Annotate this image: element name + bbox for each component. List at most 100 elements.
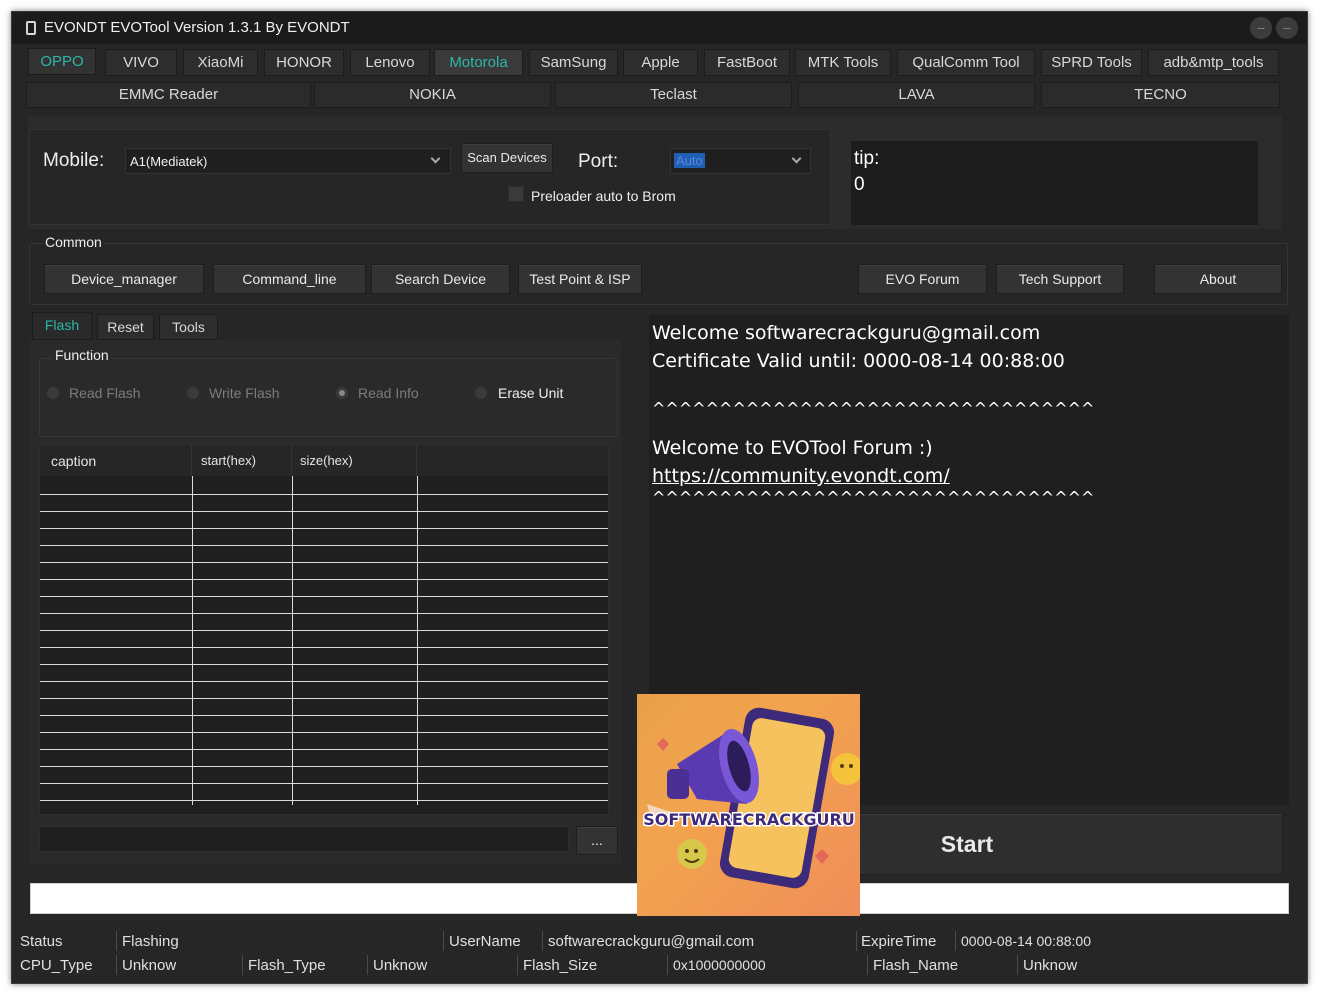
watermark-text: SOFTWARECRACKGURU — [643, 810, 855, 829]
read-flash-radio[interactable] — [46, 386, 60, 400]
table-row — [40, 613, 608, 614]
common-legend: Common — [43, 234, 104, 250]
chevron-down-icon — [791, 153, 802, 164]
tab-lenovo[interactable]: Lenovo — [350, 49, 430, 76]
log-line: ^^^^^^^^^^^^^^^^^^^^^^^^^^^^^^^^^ — [652, 488, 1095, 507]
mobile-value: A1(Mediatek) — [130, 154, 208, 169]
table-row — [40, 528, 608, 529]
tab-honor[interactable]: HONOR — [264, 49, 344, 76]
device-manager-button[interactable]: Device_manager — [44, 264, 204, 294]
flash-type-key: Flash_Type — [248, 957, 326, 974]
tab-tools[interactable]: Tools — [159, 314, 218, 340]
app-icon — [26, 21, 36, 35]
flash-size-key: Flash_Size — [523, 957, 598, 974]
log-line: Certificate Valid until: 0000-08-14 00:8… — [652, 350, 1065, 372]
tab-nokia[interactable]: NOKIA — [314, 82, 551, 108]
test-point-isp-button[interactable]: Test Point & ISP — [518, 264, 642, 294]
scan-devices-button[interactable]: Scan Devices — [461, 143, 553, 173]
partition-table[interactable]: caption start(hex) size(hex) — [39, 444, 609, 815]
write-flash-radio[interactable] — [186, 386, 200, 400]
cpu-type-value: Unknow — [122, 957, 177, 974]
column-header-empty — [417, 445, 608, 476]
flash-size-value: 0x1000000000 — [673, 957, 766, 973]
erase-unit-radio[interactable] — [474, 386, 488, 400]
status-key: Status — [20, 933, 63, 950]
log-line: Welcome softwarecrackguru@gmail.com — [652, 322, 1041, 344]
table-row — [40, 545, 608, 546]
watermark-image: SOFTWARECRACKGURU — [637, 694, 860, 916]
device-panel: Mobile: A1(Mediatek) Scan Devices Port: … — [29, 129, 831, 225]
tab-fastboot[interactable]: FastBoot — [704, 49, 790, 76]
tab-flash[interactable]: Flash — [32, 312, 92, 340]
column-header-start[interactable]: start(hex) — [192, 445, 292, 476]
tab-adb-mtp-tools[interactable]: adb&mtp_tools — [1148, 49, 1279, 76]
tab-emmc-reader[interactable]: EMMC Reader — [26, 82, 311, 108]
table-row — [40, 664, 608, 665]
username-value: softwarecrackguru@gmail.com — [548, 933, 755, 950]
mobile-label: Mobile: — [43, 150, 105, 171]
tech-support-button[interactable]: Tech Support — [996, 264, 1124, 294]
erase-unit-label: Erase Unit — [498, 385, 564, 401]
close-button[interactable]: – — [1276, 17, 1298, 39]
title-bar: EVONDT EVOTool Version 1.3.1 By EVONDT –… — [12, 12, 1307, 44]
tab-apple[interactable]: Apple — [623, 49, 698, 76]
table-row — [40, 698, 608, 699]
file-path-input[interactable] — [39, 826, 569, 852]
tab-qualcomm-tool[interactable]: QualComm Tool — [897, 49, 1035, 76]
tab-vivo[interactable]: VIVO — [105, 49, 177, 76]
command-line-button[interactable]: Command_line — [213, 264, 366, 294]
table-row — [40, 800, 608, 801]
table-row — [40, 596, 608, 597]
table-row — [40, 647, 608, 648]
log-line: Welcome to EVOTool Forum :) — [652, 437, 933, 459]
tab-sprd-tools[interactable]: SPRD Tools — [1041, 49, 1142, 76]
table-row — [40, 749, 608, 750]
table-row — [40, 681, 608, 682]
browse-button[interactable]: ... — [576, 826, 618, 855]
preloader-checkbox[interactable] — [508, 186, 524, 202]
expire-time-value: 0000-08-14 00:88:00 — [961, 933, 1091, 949]
write-flash-label: Write Flash — [209, 385, 280, 401]
column-header-size[interactable]: size(hex) — [292, 445, 417, 476]
status-bar: Status Flashing UserName softwarecrackgu… — [12, 927, 1307, 983]
read-info-label: Read Info — [358, 385, 419, 401]
table-row — [40, 783, 608, 784]
tab-motorola[interactable]: Motorola — [434, 49, 523, 76]
tab-oppo[interactable]: OPPO — [28, 48, 96, 75]
minimize-button[interactable]: – — [1250, 17, 1272, 39]
preloader-label: Preloader auto to Brom — [531, 188, 676, 204]
forum-link[interactable]: https://community.evondt.com/ — [652, 465, 950, 487]
flash-name-value: Unknow — [1023, 957, 1078, 974]
chevron-down-icon — [430, 153, 441, 164]
username-key: UserName — [449, 933, 521, 950]
window-title: EVONDT EVOTool Version 1.3.1 By EVONDT — [44, 19, 350, 36]
column-divider — [417, 476, 418, 805]
search-device-button[interactable]: Search Device — [371, 264, 510, 294]
tip-box: tip: 0 — [851, 141, 1258, 225]
evo-forum-button[interactable]: EVO Forum — [858, 264, 987, 294]
about-button[interactable]: About — [1154, 264, 1282, 294]
mobile-select[interactable]: A1(Mediatek) — [125, 148, 451, 174]
tip-value: 0 — [854, 174, 865, 195]
table-row — [40, 766, 608, 767]
flash-panel: Function Read Flash Write Flash Read Inf… — [30, 340, 621, 864]
read-info-radio[interactable] — [335, 386, 349, 400]
column-divider — [292, 476, 293, 805]
log-line: ^^^^^^^^^^^^^^^^^^^^^^^^^^^^^^^^^ — [652, 399, 1095, 418]
table-row — [40, 494, 608, 495]
table-row — [40, 715, 608, 716]
tab-tecno[interactable]: TECNO — [1041, 82, 1280, 108]
tab-mtk-tools[interactable]: MTK Tools — [795, 49, 891, 76]
tab-lava[interactable]: LAVA — [798, 82, 1035, 108]
table-row — [40, 511, 608, 512]
tab-teclast[interactable]: Teclast — [555, 82, 792, 108]
tab-xiaomi[interactable]: XiaoMi — [183, 49, 258, 76]
flash-type-value: Unknow — [373, 957, 428, 974]
tab-samsung[interactable]: SamSung — [529, 49, 618, 76]
tab-reset[interactable]: Reset — [97, 314, 154, 340]
column-header-caption[interactable]: caption — [40, 445, 192, 476]
read-flash-label: Read Flash — [69, 385, 141, 401]
table-row — [40, 579, 608, 580]
port-select[interactable]: Auto — [670, 148, 811, 174]
function-legend: Function — [53, 347, 111, 363]
